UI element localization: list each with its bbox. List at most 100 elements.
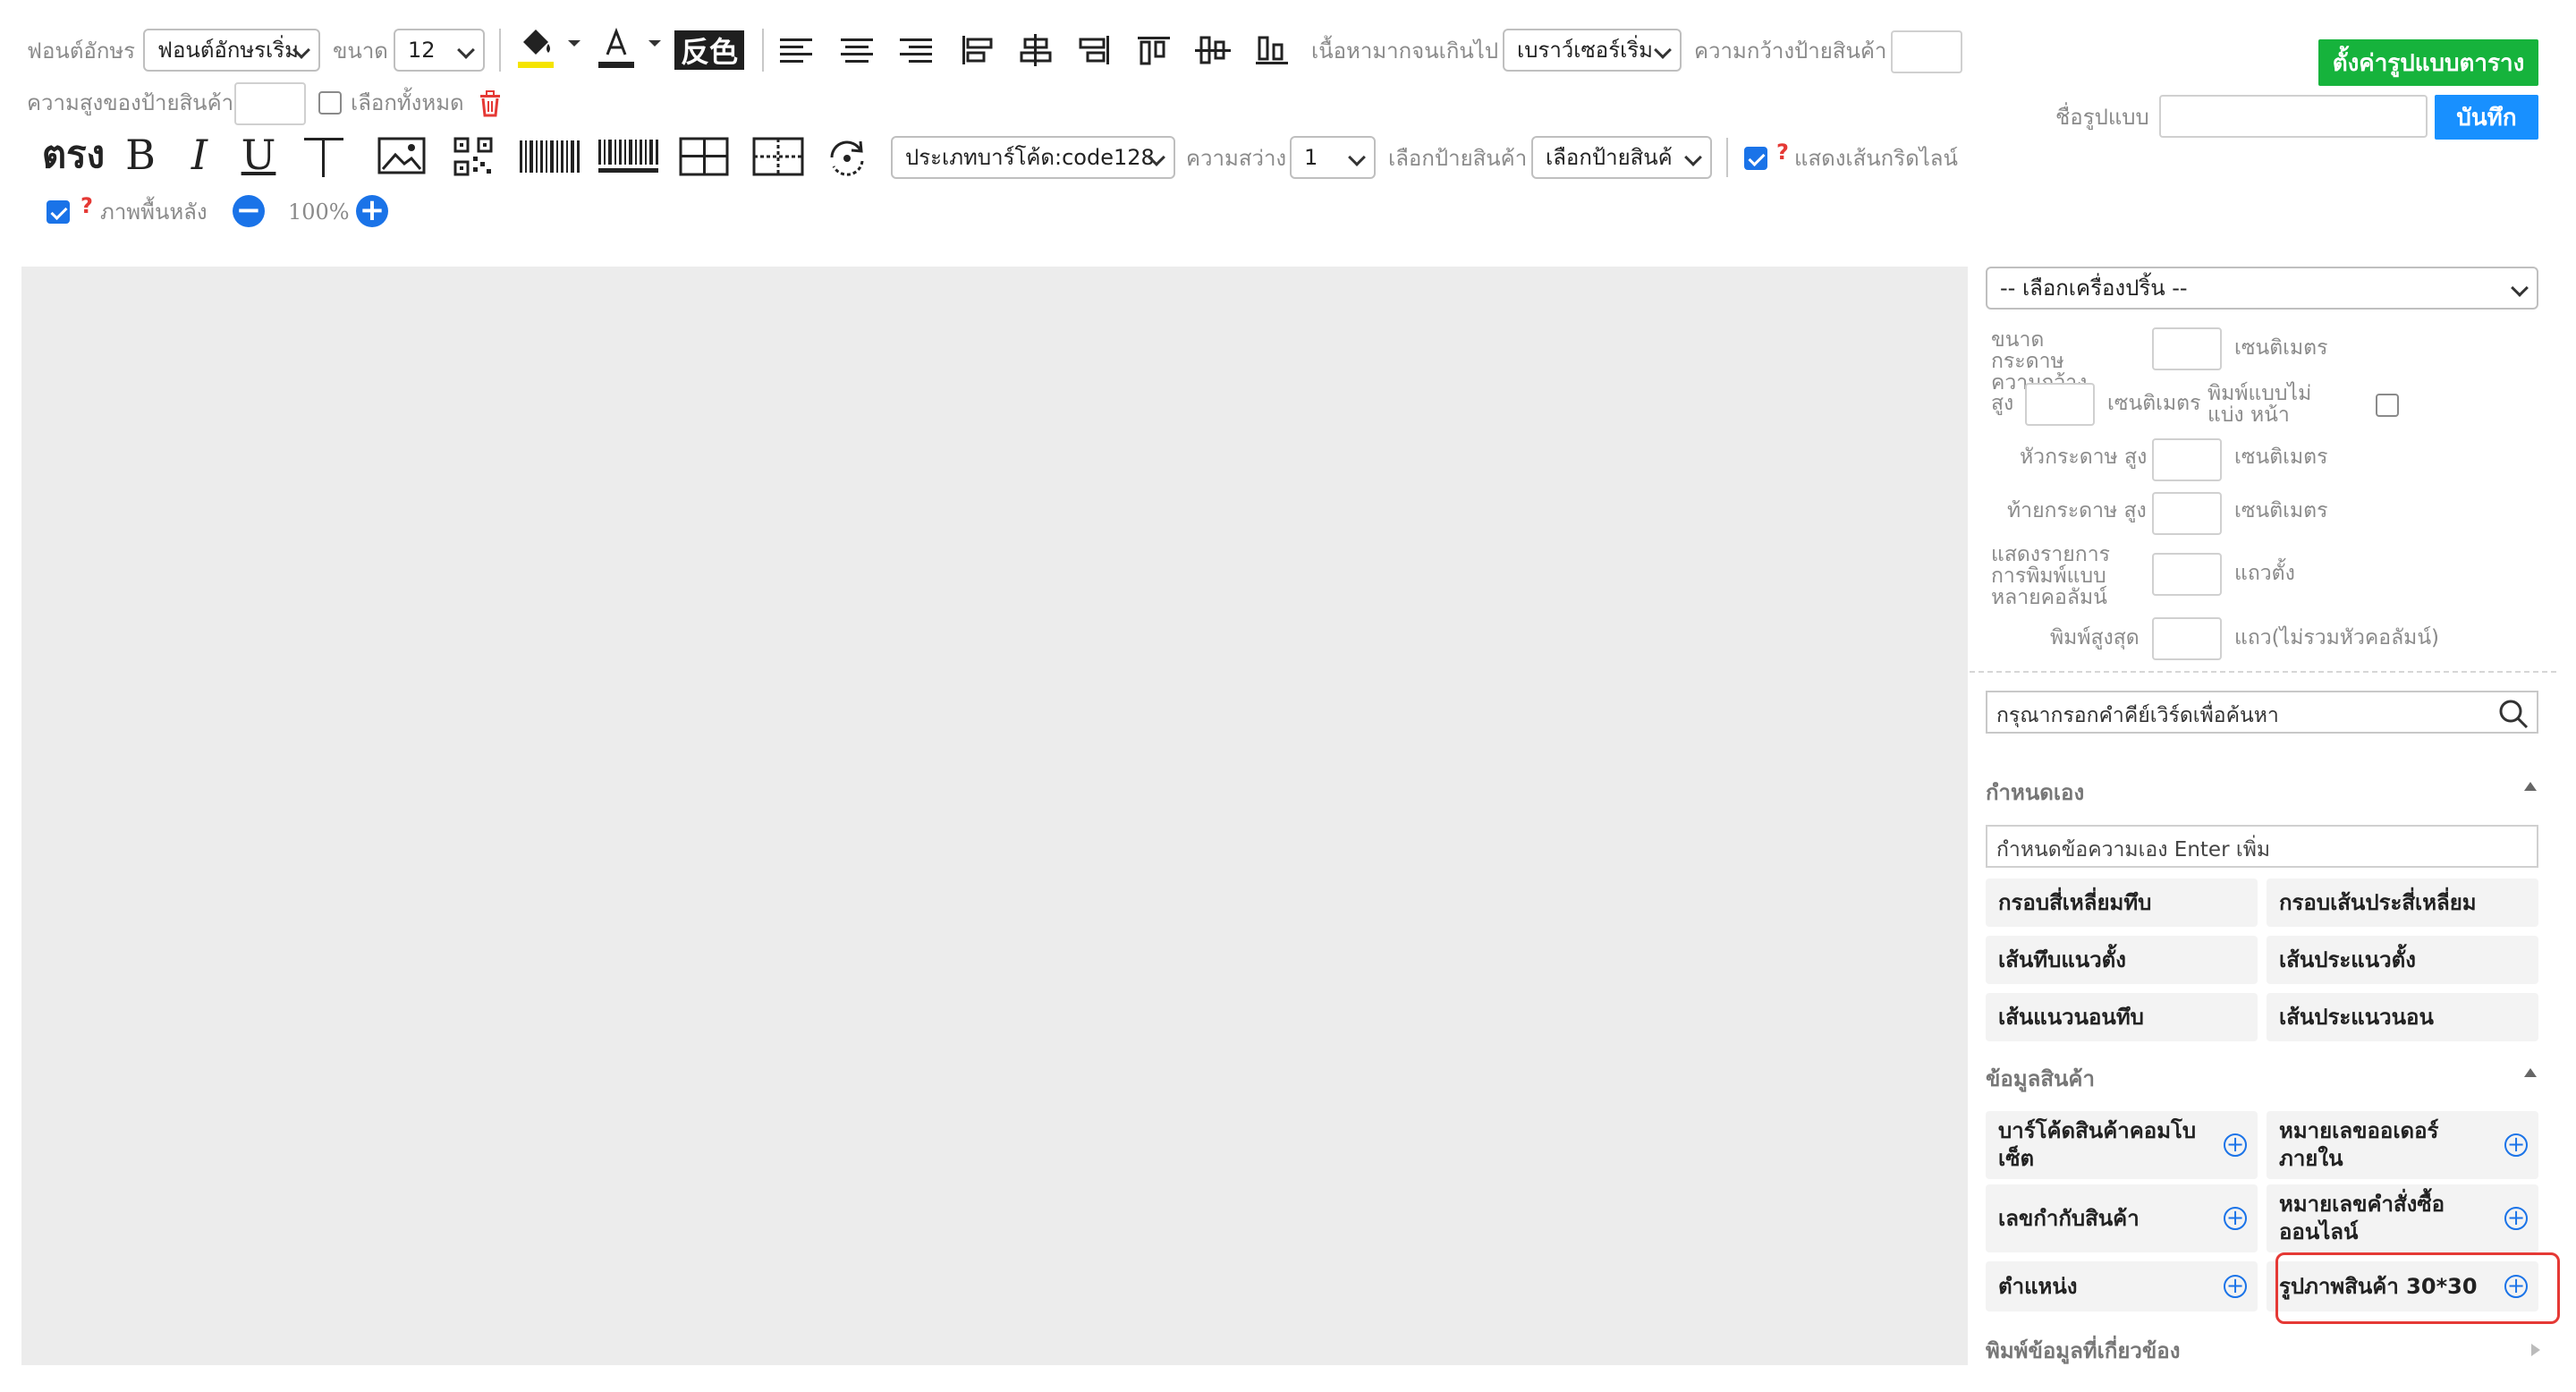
label-height-input[interactable] bbox=[234, 82, 306, 125]
tile-product-sku[interactable]: เลขกำกับสินค้า + bbox=[1986, 1184, 2258, 1252]
save-button[interactable]: บันทึก bbox=[2435, 95, 2538, 140]
product-section-title[interactable]: ข้อมูลสินค้า bbox=[1986, 1061, 2095, 1096]
italic-button[interactable]: I bbox=[177, 129, 222, 181]
trash-icon[interactable] bbox=[478, 89, 503, 118]
chevron-down-icon bbox=[2511, 279, 2529, 297]
chevron-down-icon bbox=[457, 41, 475, 59]
tile-internal-order-number[interactable]: หมายเลขออเดอร์ภายใน + bbox=[2267, 1111, 2538, 1179]
related-section-title[interactable]: พิมพ์ข้อมูลที่เกี่ยวข้อง bbox=[1986, 1333, 2180, 1368]
rotate-icon[interactable] bbox=[823, 134, 871, 181]
footer-height-input[interactable] bbox=[2152, 492, 2222, 535]
font-color-dropdown-icon[interactable] bbox=[646, 34, 664, 52]
design-canvas[interactable] bbox=[21, 267, 1968, 1365]
tile-product-sku-label: เลขกำกับสินค้า bbox=[1998, 1205, 2140, 1231]
height-input[interactable] bbox=[2025, 383, 2095, 426]
invert-button[interactable]: 反色 bbox=[674, 30, 744, 70]
panel-divider bbox=[1970, 671, 2556, 673]
font-color-icon[interactable] bbox=[594, 25, 639, 72]
label-width-input[interactable] bbox=[1891, 30, 1962, 73]
zoom-out-button[interactable]: − bbox=[233, 195, 265, 227]
custom-text-input[interactable]: กำหนดข้อความเอง Enter เพิ่ม bbox=[1986, 825, 2538, 868]
size-select[interactable]: 12 bbox=[394, 29, 485, 72]
align-left-icon[interactable] bbox=[775, 30, 818, 70]
select-label-select[interactable]: เลือกป้ายสินค้ bbox=[1531, 136, 1712, 179]
background-checkbox[interactable] bbox=[47, 200, 70, 224]
fill-color-icon[interactable] bbox=[513, 25, 558, 72]
bold-button[interactable]: B bbox=[118, 129, 163, 181]
align-objects-right-icon[interactable] bbox=[1073, 30, 1116, 70]
barcode-with-text-icon[interactable] bbox=[596, 136, 665, 177]
align-objects-middle-icon[interactable] bbox=[1191, 30, 1234, 70]
show-grid-label: แสดงเส้นกริดไลน์ bbox=[1794, 146, 1958, 171]
select-all-label: เลือกทั้งหมด bbox=[351, 90, 464, 115]
overflow-select[interactable]: เบราว์เซอร์เริ่ม bbox=[1503, 29, 1682, 72]
search-placeholder: กรุณากรอกคำคีย์เวิร์ดเพื่อค้นหา bbox=[1996, 704, 2279, 727]
tile-solid-vertical-line[interactable]: เส้นทึบแนวตั้ง bbox=[1986, 936, 2258, 984]
align-objects-bottom-icon[interactable] bbox=[1250, 30, 1293, 70]
paper-width-input[interactable] bbox=[2152, 327, 2222, 370]
tile-combo-barcode[interactable]: บาร์โค้ดสินค้าคอมโบ เซ็ต + bbox=[1986, 1111, 2258, 1179]
printer-select[interactable]: -- เลือกเครื่องปริ้น -- bbox=[1986, 267, 2538, 310]
align-objects-center-icon[interactable] bbox=[1014, 30, 1057, 70]
select-all-checkbox[interactable] bbox=[318, 91, 342, 115]
text-tool-icon[interactable] bbox=[299, 131, 349, 182]
add-circle-icon[interactable]: + bbox=[2224, 1207, 2247, 1230]
background-label: ภาพพื้นหลัง bbox=[100, 199, 208, 225]
tile-dashed-horizontal-line[interactable]: เส้นประแนวนอน bbox=[2267, 993, 2538, 1041]
underline-button[interactable]: U bbox=[234, 129, 283, 181]
dashed-table-icon[interactable] bbox=[751, 134, 805, 179]
brightness-select[interactable]: 1 bbox=[1290, 136, 1376, 179]
align-objects-left-icon[interactable] bbox=[955, 30, 998, 70]
custom-section-title[interactable]: กำหนดเอง bbox=[1986, 775, 2084, 810]
tile-dashed-vertical-line[interactable]: เส้นประแนวตั้ง bbox=[2267, 936, 2538, 984]
tile-combo-barcode-label: บาร์โค้ดสินค้าคอมโบ เซ็ต bbox=[1998, 1118, 2197, 1171]
zoom-level: 100% bbox=[288, 199, 350, 225]
align-right-icon[interactable] bbox=[894, 30, 937, 70]
height-unit: เซนติเมตร bbox=[2107, 392, 2201, 415]
align-objects-top-icon[interactable] bbox=[1132, 30, 1175, 70]
grid-help-icon[interactable]: ? bbox=[1776, 140, 1789, 165]
table-icon[interactable] bbox=[678, 134, 730, 179]
label-width-label: ความกว้างป้ายสินค้า bbox=[1694, 38, 1887, 64]
multi-column-input[interactable] bbox=[2152, 553, 2222, 596]
set-table-format-button[interactable]: ตั้งค่ารูปแบบตาราง bbox=[2318, 39, 2538, 86]
select-label-value: เลือกป้ายสินค้ bbox=[1546, 145, 1673, 170]
align-center-icon[interactable] bbox=[835, 30, 878, 70]
add-circle-icon[interactable]: + bbox=[2504, 1207, 2528, 1230]
paper-width-unit: เซนติเมตร bbox=[2234, 336, 2328, 360]
max-print-input[interactable] bbox=[2152, 617, 2222, 660]
brightness-value: 1 bbox=[1304, 145, 1318, 170]
header-height-unit: เซนติเมตร bbox=[2234, 446, 2328, 469]
keyword-search-box[interactable]: กรุณากรอกคำคีย์เวิร์ดเพื่อค้นหา bbox=[1986, 691, 2538, 734]
tile-online-order-number[interactable]: หมายเลขคำสั่งซื้อ ออนไลน์ + bbox=[2267, 1184, 2538, 1252]
add-circle-icon[interactable]: + bbox=[2504, 1133, 2528, 1157]
font-select[interactable]: ฟอนต์อักษรเริ่ม bbox=[143, 29, 320, 72]
qr-code-icon[interactable] bbox=[453, 136, 494, 177]
zoom-in-button[interactable]: + bbox=[356, 195, 388, 227]
collapse-triangle-icon[interactable] bbox=[2524, 1068, 2537, 1077]
chevron-down-icon bbox=[1348, 149, 1366, 166]
add-circle-icon[interactable]: + bbox=[2224, 1275, 2247, 1298]
tile-location[interactable]: ตำแหน่ง + bbox=[1986, 1261, 2258, 1311]
expand-triangle-icon[interactable] bbox=[2531, 1344, 2540, 1356]
barcode-type-select[interactable]: ประเภทบาร์โค้ด:code128 bbox=[891, 136, 1175, 179]
fill-color-dropdown-icon[interactable] bbox=[565, 34, 583, 52]
header-height-input[interactable] bbox=[2152, 438, 2222, 481]
chevron-down-icon bbox=[1654, 41, 1672, 59]
no-page-break-checkbox[interactable] bbox=[2376, 394, 2399, 417]
show-grid-checkbox[interactable] bbox=[1744, 147, 1767, 170]
search-icon[interactable] bbox=[2497, 698, 2529, 734]
barcode-icon[interactable] bbox=[517, 136, 583, 177]
add-circle-icon[interactable]: + bbox=[2224, 1133, 2247, 1157]
tile-solid-rectangle[interactable]: กรอบสี่เหลี่ยมทึบ bbox=[1986, 878, 2258, 927]
format-name-input[interactable] bbox=[2159, 95, 2428, 138]
collapse-triangle-icon[interactable] bbox=[2524, 782, 2537, 791]
image-icon[interactable] bbox=[376, 136, 428, 177]
tile-solid-horizontal-line[interactable]: เส้นแนวนอนทึบ bbox=[1986, 993, 2258, 1041]
tile-dashed-rectangle[interactable]: กรอบเส้นประสี่เหลี่ยม bbox=[2267, 878, 2538, 927]
brightness-label: ความสว่าง bbox=[1186, 146, 1287, 171]
straight-bold-button[interactable]: ตรง bbox=[38, 129, 109, 181]
toolbar-divider bbox=[499, 29, 501, 72]
font-label: ฟอนต์อักษร bbox=[27, 38, 136, 64]
background-help-icon[interactable]: ? bbox=[80, 193, 93, 218]
